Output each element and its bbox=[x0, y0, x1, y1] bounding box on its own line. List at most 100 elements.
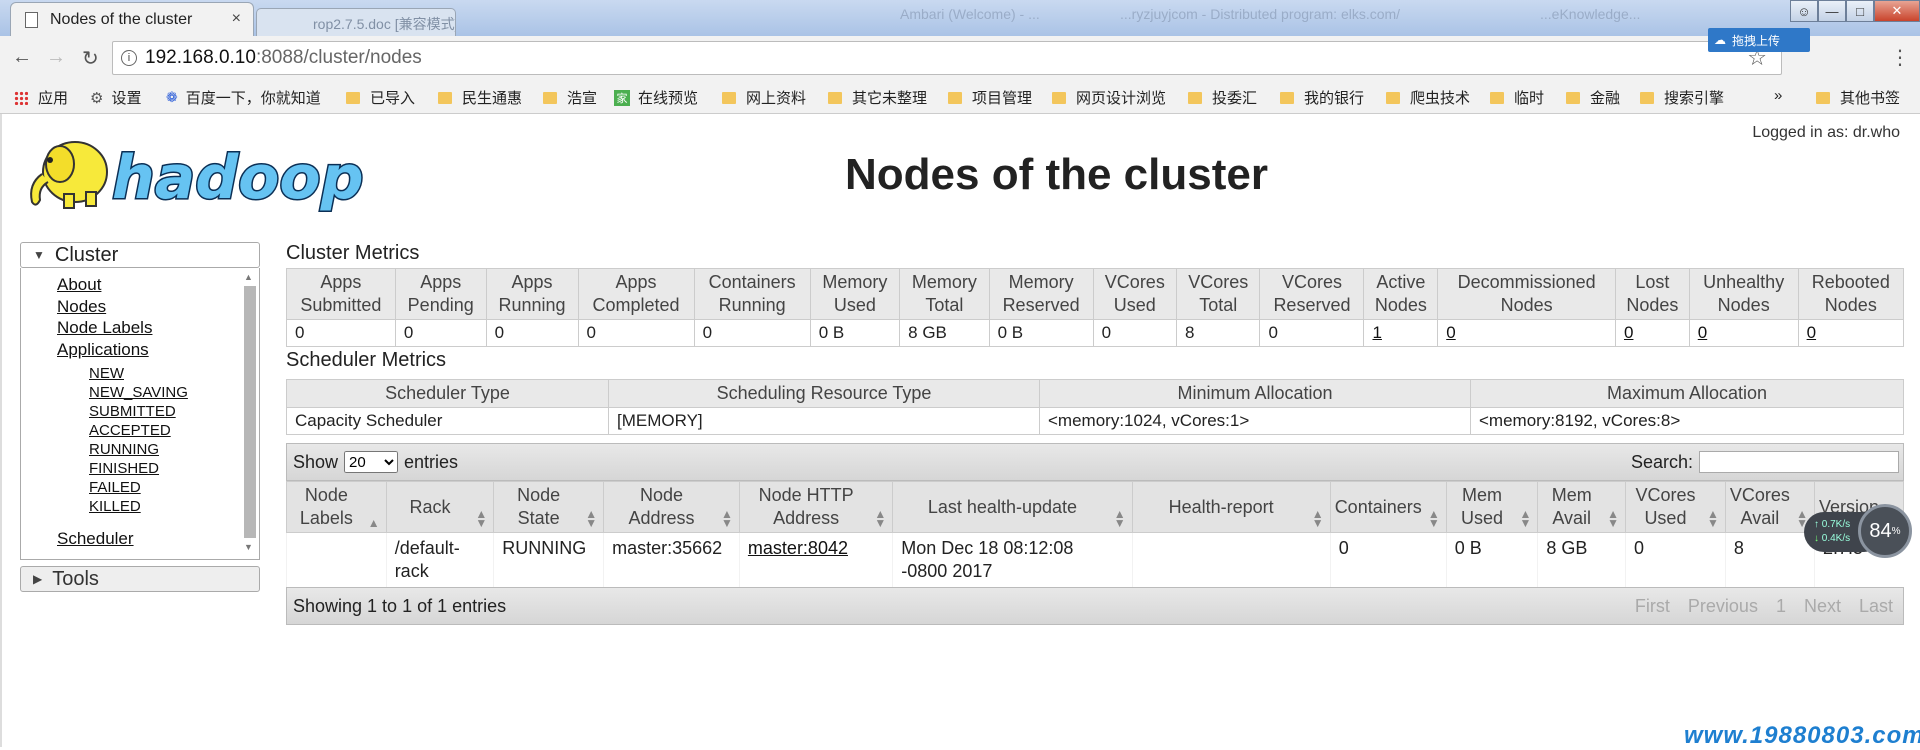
tab-inactive[interactable]: rop2.7.5.doc [兼容模式] - Microsoft Word bbox=[256, 8, 456, 36]
pager-next[interactable]: Next bbox=[1804, 596, 1841, 617]
nodes-column-header[interactable]: Node HTTP Address ▲ ▼ bbox=[738, 481, 894, 533]
url-host: 192.168.0.10 bbox=[145, 47, 256, 68]
bookmark-folder[interactable]: 金融 bbox=[1566, 87, 1620, 108]
bookmark-folder[interactable]: 网上资料 bbox=[722, 87, 806, 108]
bookmark-folder[interactable]: 其它未整理 bbox=[828, 87, 927, 108]
back-icon[interactable]: ← bbox=[12, 46, 32, 69]
nodes-column-header[interactable]: Mem Used ▲ ▼ bbox=[1445, 481, 1539, 533]
cluster-metric-header: Unhealthy Nodes bbox=[1688, 268, 1799, 320]
bookmark-folder[interactable]: 我的银行 bbox=[1280, 87, 1364, 108]
sort-icon[interactable]: ▲▼ bbox=[1519, 508, 1531, 529]
user-icon[interactable]: ☺ bbox=[1790, 0, 1818, 22]
scroll-down-icon[interactable]: ▼ bbox=[244, 542, 253, 552]
sort-icon[interactable]: ▲▼ bbox=[1607, 508, 1619, 529]
sort-icon[interactable]: ▲▼ bbox=[475, 508, 487, 529]
pager-last[interactable]: Last bbox=[1859, 596, 1893, 617]
bookmark-apps[interactable]: 应用 bbox=[14, 87, 68, 108]
cluster-metric-link[interactable]: 0 bbox=[1624, 323, 1633, 342]
app-state-failed[interactable]: FAILED bbox=[89, 478, 259, 497]
bookmark-settings[interactable]: ⚙ 设置 bbox=[90, 87, 141, 108]
sidebar-link-scheduler[interactable]: Scheduler bbox=[57, 528, 259, 550]
nodes-column-header[interactable]: VCores Avail ▲ ▼ bbox=[1724, 481, 1815, 533]
bookmark-folder[interactable]: 项目管理 bbox=[948, 87, 1032, 108]
bookmark-preview[interactable]: 家在线预览 bbox=[614, 87, 698, 108]
pager-first[interactable]: First bbox=[1635, 596, 1670, 617]
download-arrow-icon: ↓ bbox=[1814, 533, 1819, 544]
nodes-column-header[interactable]: Node State ▲ ▼ bbox=[493, 481, 605, 533]
bookmark-folder[interactable]: 浩宣 bbox=[543, 87, 597, 108]
sidebar-link-nodes[interactable]: Nodes bbox=[57, 296, 259, 318]
tab-active[interactable]: Nodes of the cluster × bbox=[10, 2, 254, 36]
search-input[interactable] bbox=[1699, 451, 1899, 473]
bookmarks-more[interactable]: » bbox=[1774, 87, 1782, 104]
close-window-icon[interactable]: ✕ bbox=[1874, 0, 1920, 22]
tools-accordion-header[interactable]: ▶ Tools bbox=[20, 566, 260, 592]
entries-select[interactable]: 20 bbox=[344, 451, 399, 473]
scroll-thumb[interactable] bbox=[244, 286, 256, 538]
sort-icon[interactable]: ▲▼ bbox=[585, 508, 597, 529]
header-line: Apps bbox=[615, 272, 657, 292]
bookmark-folder[interactable]: 爬虫技术 bbox=[1386, 87, 1470, 108]
cluster-metric-link[interactable]: 0 bbox=[1446, 323, 1455, 342]
info-icon[interactable]: i bbox=[121, 50, 137, 66]
nodes-column-header[interactable]: Node Labels ▲ bbox=[286, 481, 387, 533]
sort-icon[interactable]: ▲▼ bbox=[1428, 508, 1440, 529]
nodes-column-header[interactable]: Node Address ▲ ▼ bbox=[603, 481, 740, 533]
reload-icon[interactable]: ↻ bbox=[82, 46, 99, 71]
bookmark-folder[interactable]: 投委汇 bbox=[1188, 87, 1257, 108]
url-input[interactable]: i 192.168.0.10:8088/cluster/nodes ☆ bbox=[112, 41, 1782, 75]
cluster-metrics-table: Apps Submitted Apps Pending Apps Running Apps C… bbox=[286, 268, 1905, 347]
sort-icon[interactable]: ▲▼ bbox=[1114, 508, 1126, 529]
sort-icon[interactable]: ▲▼ bbox=[721, 508, 733, 529]
sort-icon[interactable]: ▲▼ bbox=[874, 508, 886, 529]
cluster-metric-link[interactable]: 0 bbox=[1807, 323, 1816, 342]
bookmark-baidu[interactable]: ❁ 百度一下，你就知道 bbox=[166, 87, 321, 108]
nodes-column-header[interactable]: Rack ▲ ▼ bbox=[385, 481, 495, 533]
sort-icon[interactable]: ▲▼ bbox=[1707, 508, 1719, 529]
app-state-killed[interactable]: KILLED bbox=[89, 497, 259, 516]
bookmark-folder[interactable]: 搜索引擎 bbox=[1640, 87, 1724, 108]
network-speed-widget[interactable]: ↑ 0.7K/s ↓ 0.4K/s 84% bbox=[1804, 504, 1914, 562]
header-line: Mem bbox=[1551, 485, 1592, 505]
cloud-upload-badge[interactable]: ☁ 拖拽上传 bbox=[1708, 28, 1810, 52]
cluster-accordion-header[interactable]: ▼ Cluster bbox=[20, 242, 260, 268]
nodes-column-header[interactable]: Last health-update ▲ ▼ bbox=[892, 481, 1133, 533]
cluster-metric-link[interactable]: 0 bbox=[1698, 323, 1707, 342]
bookmark-folder[interactable]: 民生通惠 bbox=[438, 87, 522, 108]
bookmark-folder[interactable]: 网页设计浏览 bbox=[1052, 87, 1166, 108]
app-state-finished[interactable]: FINISHED bbox=[89, 459, 259, 478]
hadoop-logo[interactable]: hadoop hadoop bbox=[20, 124, 398, 224]
app-state-new[interactable]: NEW bbox=[89, 364, 259, 383]
pager-page-1[interactable]: 1 bbox=[1776, 596, 1786, 617]
sidebar-link-node-labels[interactable]: Node Labels bbox=[57, 317, 259, 339]
minimize-icon[interactable]: — bbox=[1818, 0, 1846, 22]
pagination: First Previous 1 Next Last bbox=[1635, 596, 1893, 617]
sort-icon[interactable]: ▲▼ bbox=[1312, 508, 1324, 529]
app-state-new-saving[interactable]: NEW_SAVING bbox=[89, 383, 259, 402]
menu-icon[interactable]: ⋮ bbox=[1890, 45, 1910, 70]
sort-icon[interactable]: ▲ bbox=[368, 517, 380, 529]
cluster-metric-link[interactable]: 1 bbox=[1372, 323, 1381, 342]
sidebar-link-applications[interactable]: Applications bbox=[57, 339, 259, 361]
node-http-address-link[interactable]: master:8042 bbox=[748, 538, 848, 558]
scroll-up-icon[interactable]: ▲ bbox=[244, 272, 253, 282]
nodes-column-header[interactable]: Health-report ▲ ▼ bbox=[1131, 481, 1331, 533]
sidebar-link-about[interactable]: About bbox=[57, 274, 259, 296]
pager-previous[interactable]: Previous bbox=[1688, 596, 1758, 617]
close-tab-icon[interactable]: × bbox=[232, 10, 241, 28]
app-state-submitted[interactable]: SUBMITTED bbox=[89, 402, 259, 421]
forward-icon[interactable]: → bbox=[46, 46, 66, 69]
header-line: Node bbox=[304, 485, 348, 505]
app-state-accepted[interactable]: ACCEPTED bbox=[89, 421, 259, 440]
bookmark-folder[interactable]: 临时 bbox=[1490, 87, 1544, 108]
tools-label: Tools bbox=[52, 567, 99, 590]
nodes-column-header[interactable]: Containers ▲ ▼ bbox=[1329, 481, 1447, 533]
cluster-metric-value: 0 bbox=[1259, 319, 1365, 347]
bookmark-folder[interactable]: 已导入 bbox=[346, 87, 415, 108]
nodes-column-header[interactable]: VCores Used ▲ ▼ bbox=[1625, 481, 1726, 533]
maximize-icon[interactable]: □ bbox=[1846, 0, 1874, 22]
sidebar-scrollbar[interactable]: ▲ ▼ bbox=[242, 272, 256, 554]
nodes-column-header[interactable]: Mem Avail ▲ ▼ bbox=[1537, 481, 1627, 533]
app-state-running[interactable]: RUNNING bbox=[89, 440, 259, 459]
bookmark-other[interactable]: 其他书签 bbox=[1816, 87, 1900, 108]
